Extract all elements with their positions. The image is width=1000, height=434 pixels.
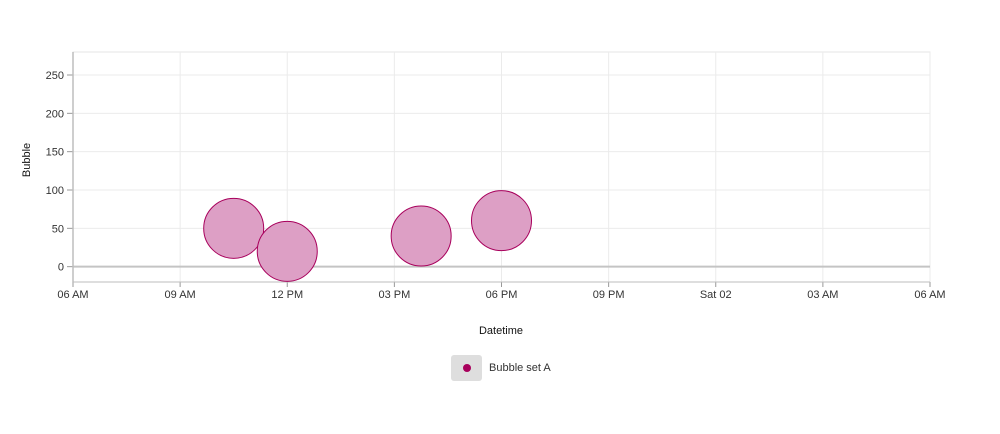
legend: Bubble set A bbox=[451, 355, 551, 381]
y-tick-label: 150 bbox=[46, 147, 64, 159]
x-tick-label: 06 AM bbox=[914, 289, 945, 301]
y-tick-labels: 0 50 100 150 200 250 bbox=[46, 70, 64, 274]
bubble-point[interactable] bbox=[471, 190, 532, 252]
x-tick-labels: 06 AM 09 AM 12 PM 03 PM 06 PM 09 PM Sat 02 03 A… bbox=[57, 289, 945, 301]
x-axis-title: Datetime bbox=[479, 325, 523, 337]
x-tick-label: 06 AM bbox=[57, 289, 88, 301]
axes bbox=[67, 52, 931, 287]
bubble-point[interactable] bbox=[390, 205, 452, 267]
y-tick-label: 200 bbox=[46, 108, 64, 120]
x-tick-label: 06 PM bbox=[486, 289, 518, 301]
x-tick-label: 09 AM bbox=[165, 289, 196, 301]
x-tick-label: 12 PM bbox=[271, 289, 303, 301]
bubble-point[interactable] bbox=[203, 197, 265, 259]
y-tick-label: 250 bbox=[46, 70, 64, 82]
x-tick-label: 03 AM bbox=[807, 289, 838, 301]
legend-marker bbox=[462, 364, 471, 372]
x-tick-label: Sat 02 bbox=[700, 289, 732, 301]
x-tick-label: 03 PM bbox=[378, 289, 410, 301]
y-tick-label: 0 bbox=[58, 262, 64, 274]
bubble-series bbox=[203, 190, 532, 282]
y-tick-label: 100 bbox=[46, 185, 64, 197]
x-tick-label: 09 PM bbox=[593, 289, 625, 301]
y-axis-title: Bubble bbox=[21, 143, 33, 177]
y-tick-label: 50 bbox=[52, 223, 64, 235]
legend-label: Bubble set A bbox=[489, 362, 551, 374]
bubble-point[interactable] bbox=[256, 220, 318, 282]
legend-toggle-bubble-set-a[interactable] bbox=[451, 355, 482, 381]
